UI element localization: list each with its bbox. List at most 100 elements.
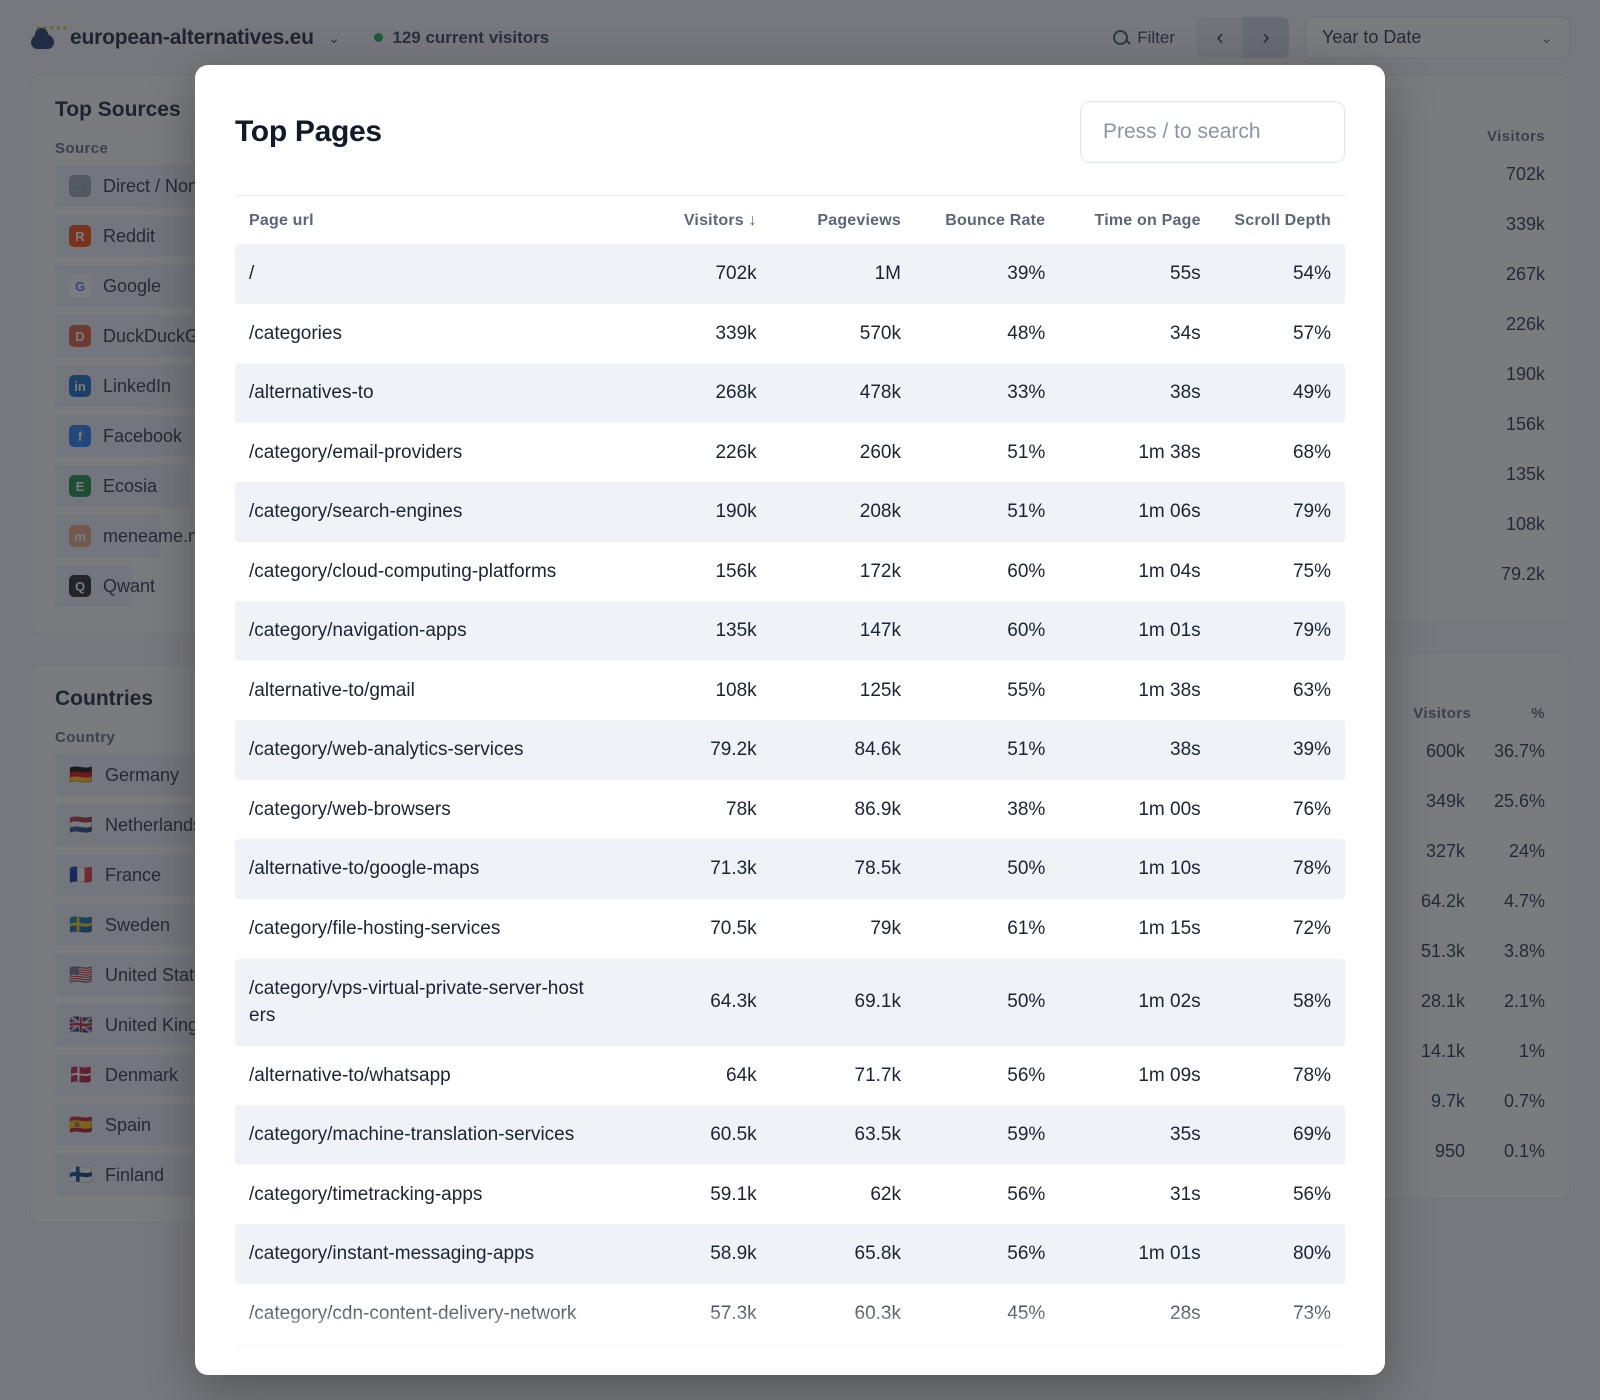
col-header-visitors[interactable]: Visitors ↓ bbox=[612, 196, 757, 244]
cell-page-url: /alternative-to/gmail bbox=[249, 679, 415, 701]
table-row[interactable]: /categories 339k 570k 48% 34s 57% bbox=[235, 304, 1345, 364]
cell-visitors: 702k bbox=[612, 244, 757, 304]
cell-time-on-page: 55s bbox=[1045, 244, 1201, 304]
cell-page-url: /alternative-to/google-maps bbox=[235, 839, 613, 900]
table-row[interactable]: /alternatives-to 268k 478k 33% 38s 49% bbox=[235, 363, 1345, 423]
cell-visitors: 268k bbox=[612, 363, 757, 423]
cell-scroll-depth: 58% bbox=[1200, 958, 1345, 1046]
cell-scroll-depth: 49% bbox=[1200, 363, 1345, 423]
cell-pageviews: 125k bbox=[859, 679, 901, 701]
cell-visitors: 71.3k bbox=[612, 839, 757, 900]
cell-time-on-page: 1m 38s bbox=[1138, 441, 1201, 463]
table-row[interactable]: /category/file-hosting-services 70.5k 79k 6… bbox=[235, 899, 1345, 959]
col-header-time-on-page[interactable]: Time on Page bbox=[1045, 196, 1201, 244]
cell-scroll-depth: 68% bbox=[1292, 441, 1331, 463]
cell-time-on-page: 1m 01s bbox=[1045, 1224, 1201, 1284]
modal-title: Top Pages bbox=[235, 115, 382, 148]
cell-visitors: 57.3k bbox=[710, 1302, 757, 1324]
cell-scroll-depth: 79% bbox=[1200, 482, 1345, 542]
cell-pageviews: 260k bbox=[859, 441, 901, 463]
cell-visitors: 339k bbox=[715, 322, 757, 344]
cell-time-on-page: 38s bbox=[1045, 720, 1201, 780]
table-row[interactable]: /category/cloud-computing-platforms 156k 1… bbox=[235, 542, 1345, 602]
cell-page-url: /category/search-engines bbox=[235, 482, 613, 542]
cell-pageviews: 60.3k bbox=[854, 1302, 901, 1324]
cell-page-url: /category/web-analytics-services bbox=[235, 720, 613, 780]
cell-visitors: 57k bbox=[612, 1343, 757, 1375]
cell-bounce-rate: 61% bbox=[1007, 918, 1046, 940]
cell-bounce-rate: 59% bbox=[900, 1105, 1046, 1165]
cell-pageviews: 1M bbox=[756, 244, 901, 304]
cell-pageviews: 172k bbox=[859, 560, 901, 582]
cell-pageviews: 71.7k bbox=[854, 1064, 901, 1086]
col-header-page-url[interactable]: Page url bbox=[235, 196, 612, 244]
table-row[interactable]: /category/timetracking-apps 59.1k 62k 56% 31… bbox=[235, 1165, 1345, 1225]
cell-page-url: /category/domain-name-registrar bbox=[235, 1343, 613, 1375]
cell-page-url: /category/machine-translation-services bbox=[235, 1105, 613, 1165]
col-header-pageviews[interactable]: Pageviews bbox=[757, 196, 901, 244]
cell-bounce-rate: 33% bbox=[900, 363, 1046, 423]
cell-bounce-rate: 56% bbox=[1007, 1183, 1046, 1205]
cell-page-url: /category/instant-messaging-apps bbox=[235, 1224, 613, 1284]
cell-time-on-page: 1m 04s bbox=[1138, 560, 1201, 582]
table-row[interactable]: /category/navigation-apps 135k 147k 60% 1m 0… bbox=[235, 601, 1345, 661]
cell-scroll-depth: 80% bbox=[1200, 1224, 1345, 1284]
cell-scroll-depth: 78% bbox=[1292, 1064, 1331, 1086]
cell-visitors: 70.5k bbox=[710, 918, 757, 940]
cell-page-url: /alternatives-to bbox=[235, 363, 613, 423]
cell-bounce-rate: 38% bbox=[1007, 798, 1046, 820]
cell-bounce-rate: 48% bbox=[1007, 322, 1046, 344]
top-pages-modal: Top Pages Press / to search Page url Visi… bbox=[195, 65, 1385, 1375]
table-row[interactable]: /category/web-browsers 78k 86.9k 38% 1m 00s 7… bbox=[235, 780, 1345, 840]
cell-page-url: /category/cloud-computing-platforms bbox=[249, 560, 557, 582]
cell-pageviews: 147k bbox=[756, 601, 901, 661]
cell-time-on-page: 28s bbox=[1170, 1302, 1201, 1324]
table-row[interactable]: /alternative-to/whatsapp 64k 71.7k 56% 1m 09… bbox=[235, 1046, 1345, 1106]
cell-scroll-depth: 56% bbox=[1292, 1183, 1331, 1205]
cell-time-on-page: 1m 06s bbox=[1045, 482, 1201, 542]
table-row[interactable]: /category/machine-translation-services 60… bbox=[235, 1105, 1345, 1165]
table-row[interactable]: /category/instant-messaging-apps 58.9k 65.… bbox=[235, 1224, 1345, 1284]
cell-pageviews: 208k bbox=[756, 482, 901, 542]
table-row[interactable]: /category/search-engines 190k 208k 51% 1m 06… bbox=[235, 482, 1345, 542]
cell-scroll-depth: 72% bbox=[1292, 918, 1331, 940]
cell-pageviews: 78.5k bbox=[756, 839, 901, 900]
cell-time-on-page: 1m 15s bbox=[1138, 918, 1201, 940]
cell-page-url: / bbox=[235, 244, 613, 304]
cell-bounce-rate: 45% bbox=[1007, 1302, 1046, 1324]
cell-time-on-page: 53s bbox=[1045, 1343, 1201, 1375]
table-scroll-area[interactable]: Page url Visitors ↓ Pageviews Bounce Rate Ti… bbox=[235, 196, 1345, 1375]
col-header-bounce-rate[interactable]: Bounce Rate bbox=[901, 196, 1045, 244]
table-row[interactable]: /702k 1M 39% 55s 54% bbox=[235, 244, 1345, 304]
cell-time-on-page: 1m 00s bbox=[1138, 798, 1201, 820]
cell-time-on-page: 35s bbox=[1045, 1105, 1201, 1165]
cell-visitors: 226k bbox=[715, 441, 757, 463]
search-input[interactable]: Press / to search bbox=[1080, 101, 1345, 163]
cell-pageviews: 62k bbox=[870, 1183, 901, 1205]
table-row[interactable]: /category/domain-name-registrar 57k 60.9k 4… bbox=[235, 1343, 1345, 1375]
cell-bounce-rate: 50% bbox=[900, 958, 1046, 1046]
cell-scroll-depth: 69% bbox=[1200, 1105, 1345, 1165]
table-row[interactable]: /category/vps-virtual-private-server-hos… bbox=[235, 958, 1345, 1046]
table-row[interactable]: /category/email-providers 226k 260k 51% 1m 3… bbox=[235, 423, 1345, 483]
cell-visitors: 78k bbox=[726, 798, 757, 820]
cell-bounce-rate: 50% bbox=[900, 839, 1046, 900]
cell-visitors: 59.1k bbox=[710, 1183, 757, 1205]
cell-time-on-page: 1m 38s bbox=[1138, 679, 1201, 701]
cell-time-on-page: 1m 02s bbox=[1045, 958, 1201, 1046]
cell-visitors: 190k bbox=[612, 482, 757, 542]
cell-bounce-rate: 60% bbox=[900, 601, 1046, 661]
cell-page-url: /category/timetracking-apps bbox=[249, 1183, 483, 1205]
cell-visitors: 156k bbox=[715, 560, 757, 582]
cell-visitors: 64.3k bbox=[612, 958, 757, 1046]
table-row[interactable]: /alternative-to/gmail 108k 125k 55% 1m 38s 63… bbox=[235, 661, 1345, 721]
cell-time-on-page: 1m 10s bbox=[1045, 839, 1201, 900]
table-row[interactable]: /category/web-analytics-services 79.2k 84.… bbox=[235, 720, 1345, 780]
cell-scroll-depth: 79% bbox=[1200, 601, 1345, 661]
cell-time-on-page: 34s bbox=[1170, 322, 1201, 344]
col-header-scroll-depth[interactable]: Scroll Depth bbox=[1201, 196, 1345, 244]
cell-scroll-depth: 75% bbox=[1292, 560, 1331, 582]
table-row[interactable]: /alternative-to/google-maps 71.3k 78.5k 50%… bbox=[235, 839, 1345, 900]
table-row[interactable]: /category/cdn-content-delivery-network 57… bbox=[235, 1284, 1345, 1344]
cell-bounce-rate: 51% bbox=[900, 720, 1046, 780]
